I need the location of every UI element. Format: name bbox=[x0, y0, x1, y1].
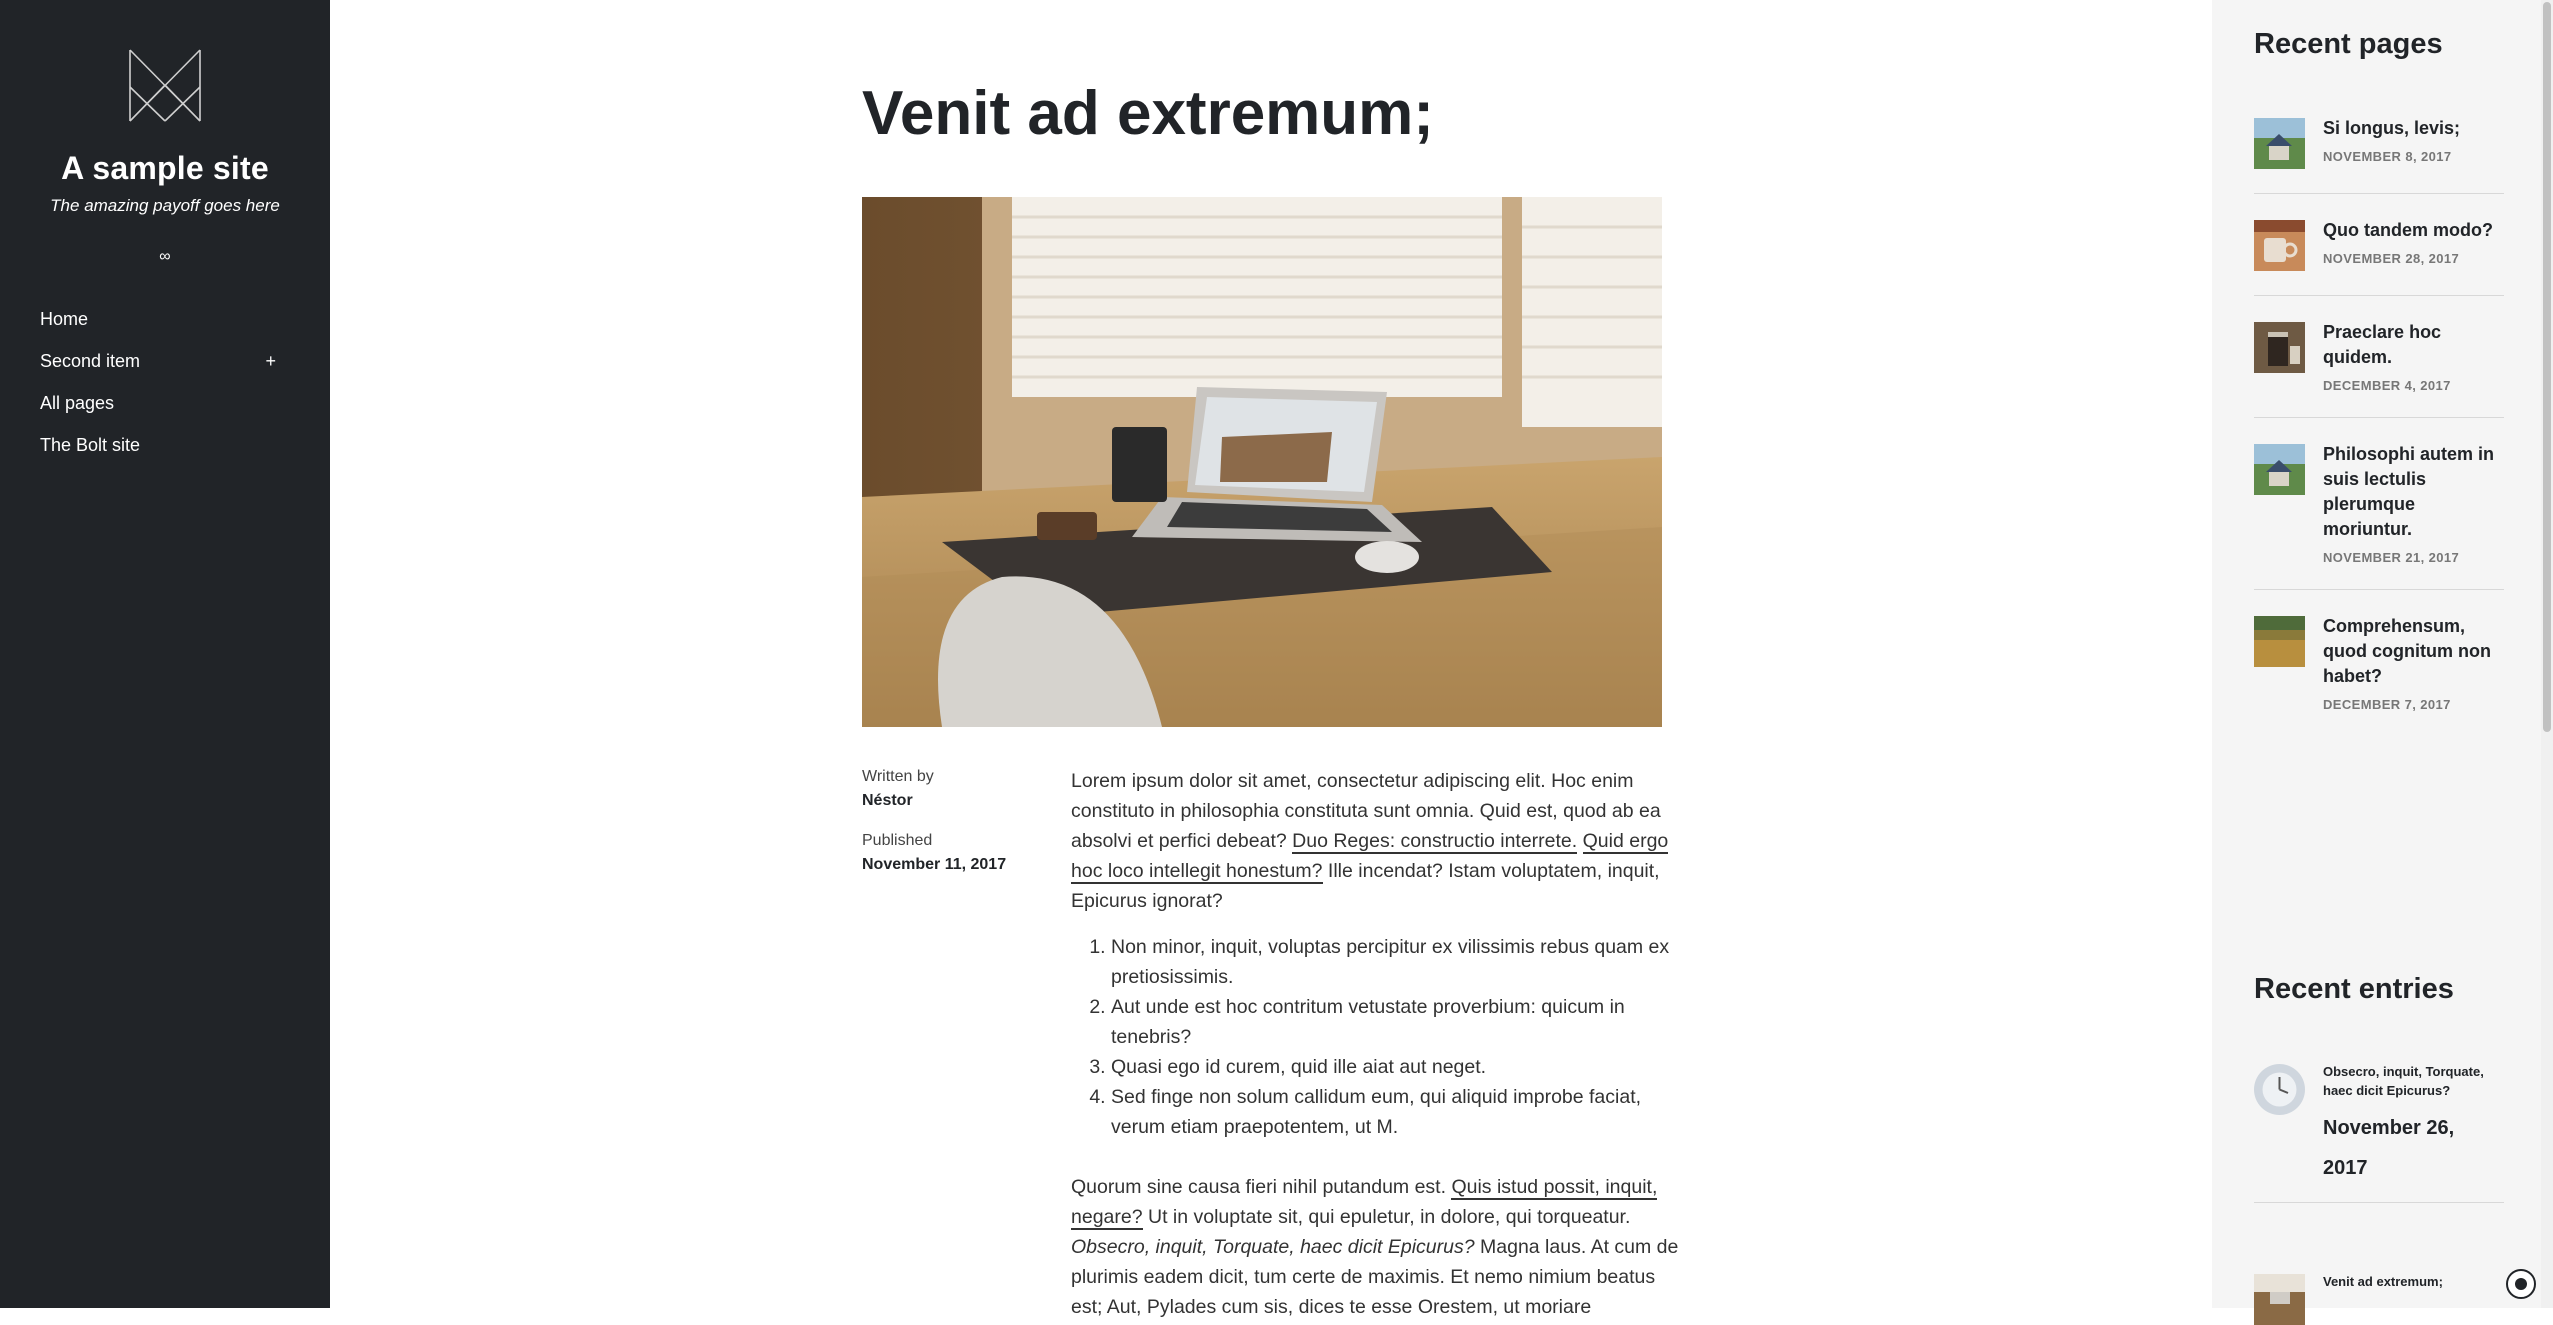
text: Quorum sine causa fieri nihil putandum e… bbox=[1071, 1176, 1452, 1198]
house-thumbnail-icon bbox=[2254, 118, 2305, 169]
recent-page-date: December 7, 2017 bbox=[2323, 697, 2451, 712]
list-item[interactable]: Si longus, levis; November 8, 2017 bbox=[2254, 116, 2504, 194]
inline-link[interactable]: Duo Reges: constructio interrete. bbox=[1292, 830, 1578, 854]
recent-page-date: November 28, 2017 bbox=[2323, 251, 2460, 266]
recent-pages-heading: Recent pages bbox=[2254, 28, 2443, 60]
left-sidebar: A sample site The amazing payoff goes he… bbox=[0, 0, 330, 1308]
mug-thumbnail-icon bbox=[2254, 220, 2305, 271]
list-item: Non minor, inquit, voluptas percipitur e… bbox=[1111, 932, 1683, 992]
coffee-press-thumbnail-icon bbox=[2254, 322, 2305, 373]
article-body: Lorem ipsum dolor sit amet, consectetur … bbox=[1071, 766, 1683, 1322]
recent-pages-list: Si longus, levis; November 8, 2017 Quo t… bbox=[2254, 116, 2504, 760]
list-item: Sed finge non solum callidum eum, qui al… bbox=[1111, 1082, 1683, 1142]
hero-image bbox=[862, 197, 1662, 727]
house-thumbnail-icon bbox=[2254, 444, 2305, 495]
author-name: Néstor bbox=[862, 792, 913, 809]
list-item[interactable]: Venit ad extremum; bbox=[2254, 1272, 2504, 1325]
floating-action-icon[interactable] bbox=[2506, 1269, 2536, 1299]
recent-entry-title: Venit ad extremum; bbox=[2323, 1274, 2443, 1289]
recent-page-title: Quo tandem modo? bbox=[2323, 220, 2493, 240]
separator-glyph: ∞ bbox=[159, 248, 171, 265]
published-block: Published November 11, 2017 bbox=[862, 832, 1042, 874]
recent-entries-heading: Recent entries bbox=[2254, 973, 2454, 1005]
recent-page-date: December 4, 2017 bbox=[2323, 378, 2451, 393]
main-navigation: Home Second item + All pages The Bolt si… bbox=[40, 298, 280, 466]
monogram-logo-icon[interactable] bbox=[127, 47, 203, 124]
scrollbar-track[interactable] bbox=[2541, 0, 2553, 1308]
recent-page-title: Philosophi autem in suis lectulis plerum… bbox=[2323, 444, 2495, 539]
article-meta: Written by Néstor Published November 11,… bbox=[862, 768, 1042, 874]
nav-item-second[interactable]: Second item + bbox=[40, 340, 280, 382]
clock-thumbnail-icon bbox=[2254, 1064, 2305, 1115]
nav-item-label: Home bbox=[40, 308, 89, 329]
site-payoff: The amazing payoff goes here bbox=[50, 196, 280, 215]
list-item[interactable]: Praeclare hoc quidem. December 4, 2017 bbox=[2254, 320, 2504, 418]
site-title[interactable]: A sample site bbox=[0, 150, 330, 187]
author-block: Written by Néstor bbox=[862, 768, 1042, 810]
nav-item-home[interactable]: Home bbox=[40, 298, 280, 340]
wheat-field-thumbnail-icon bbox=[2254, 616, 2305, 667]
nav-item-label: Second item bbox=[40, 350, 141, 371]
list-item[interactable]: Philosophi autem in suis lectulis plerum… bbox=[2254, 442, 2504, 590]
list-item[interactable]: Comprehensum, quod cognitum non habet? D… bbox=[2254, 614, 2504, 736]
page-title: Venit ad extremum; bbox=[862, 79, 1434, 148]
ordered-list: Non minor, inquit, voluptas percipitur e… bbox=[1071, 932, 1683, 1142]
recent-entry-title: Obsecro, inquit, Torquate, haec dicit Ep… bbox=[2323, 1064, 2484, 1098]
recent-page-title: Comprehensum, quod cognitum non habet? bbox=[2323, 616, 2491, 686]
recent-entry-date: November 26, 2017 bbox=[2323, 1117, 2455, 1179]
written-by-label: Written by bbox=[862, 768, 934, 785]
nav-item-bolt-site[interactable]: The Bolt site bbox=[40, 424, 280, 466]
recent-page-date: November 21, 2017 bbox=[2323, 550, 2460, 565]
paragraph: Lorem ipsum dolor sit amet, consectetur … bbox=[1071, 766, 1683, 916]
published-date: November 11, 2017 bbox=[862, 856, 1007, 873]
expand-plus-icon[interactable]: + bbox=[265, 351, 276, 372]
recent-page-title: Praeclare hoc quidem. bbox=[2323, 322, 2442, 367]
desk-thumbnail-icon bbox=[2254, 1274, 2305, 1325]
nav-item-all-pages[interactable]: All pages bbox=[40, 382, 280, 424]
nav-item-label: The Bolt site bbox=[40, 434, 141, 455]
recent-page-date: November 8, 2017 bbox=[2323, 149, 2452, 164]
paragraph: Quorum sine causa fieri nihil putandum e… bbox=[1071, 1172, 1683, 1322]
list-item: Aut unde est hoc contritum vetustate pro… bbox=[1111, 992, 1683, 1052]
list-item[interactable]: Obsecro, inquit, Torquate, haec dicit Ep… bbox=[2254, 1062, 2504, 1203]
published-label: Published bbox=[862, 832, 933, 849]
list-item: Quasi ego id curem, quid ille aiat aut n… bbox=[1111, 1052, 1683, 1082]
italic-text: Obsecro, inquit, Torquate, haec dicit Ep… bbox=[1071, 1236, 1475, 1258]
list-item[interactable]: Quo tandem modo? November 28, 2017 bbox=[2254, 218, 2504, 296]
nav-item-label: All pages bbox=[40, 392, 115, 413]
text: Ut in voluptate sit, qui epuletur, in do… bbox=[1142, 1206, 1631, 1228]
right-sidebar: Recent pages Si longus, levis; November … bbox=[2212, 0, 2553, 1325]
recent-page-title: Si longus, levis; bbox=[2323, 118, 2461, 138]
scrollbar-thumb[interactable] bbox=[2543, 2, 2551, 732]
